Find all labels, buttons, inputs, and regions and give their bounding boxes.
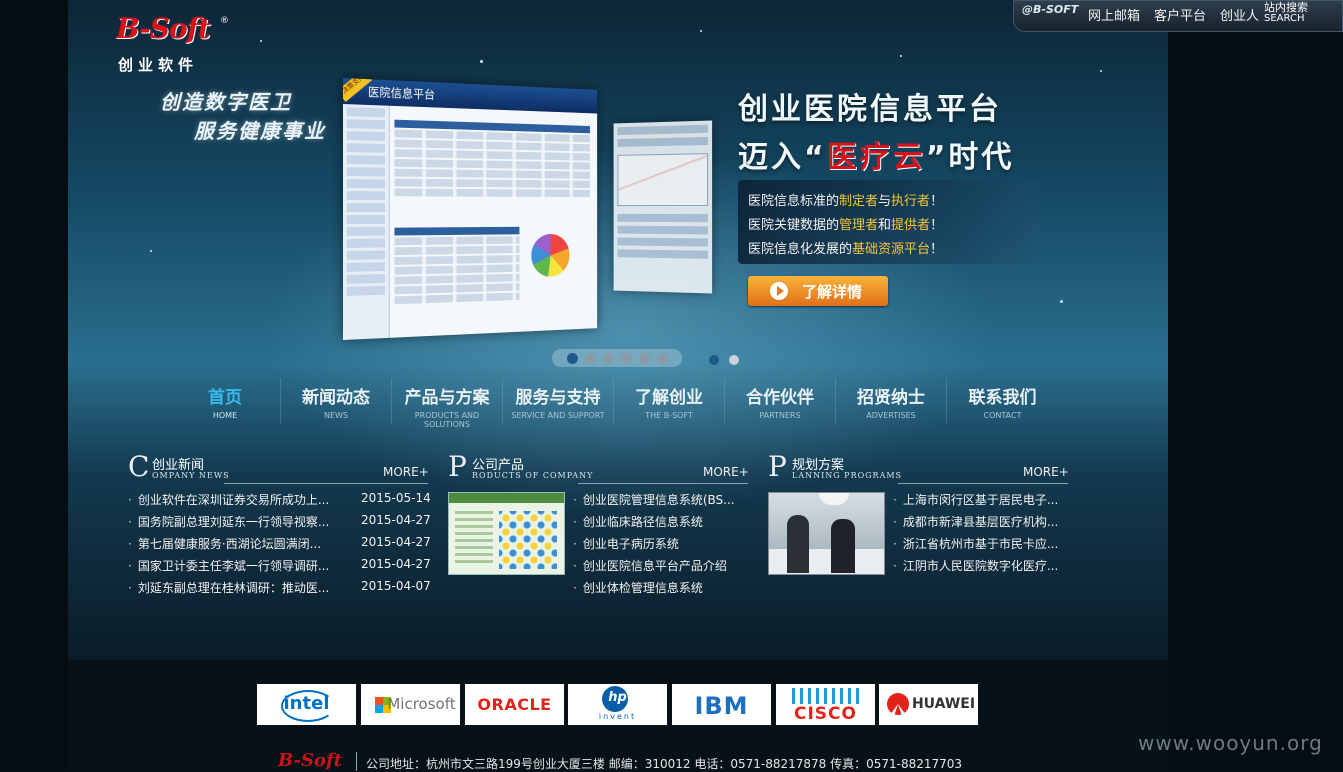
left-margin — [0, 0, 68, 771]
news-item[interactable]: · 刘延东副总理在桂林调研：推动医... — [128, 579, 329, 596]
slogan-line-2: 服务健康事业 — [194, 119, 326, 143]
right-margin — [1168, 0, 1343, 771]
partner-cisco-logo[interactable]: CISCO — [776, 684, 875, 725]
news-date: 2015-04-07 — [361, 579, 431, 593]
plans-section-header: P 规划方案 LANNING PROGRAMS MORE+ — [768, 450, 1069, 484]
plan-item[interactable]: · 成都市新津县基层医疗机构... — [893, 513, 1058, 530]
learn-more-label: 了解详情 — [802, 283, 863, 301]
banner-page-dot[interactable] — [729, 355, 739, 365]
topbar-brand: @B-SOFT — [1022, 3, 1079, 16]
nav-home[interactable]: 首页 HOME — [170, 378, 281, 424]
top-utility-bar: @B-SOFT 网上邮箱 客户平台 创业人 站内搜索 SEARCH — [1013, 0, 1343, 32]
partner-ibm-logo[interactable]: IBM — [672, 684, 771, 725]
star — [1100, 70, 1102, 72]
news-item[interactable]: · 创业软件在深圳证券交易所成功上... — [128, 491, 329, 508]
slider-dot[interactable] — [603, 353, 614, 364]
site-search-label-en[interactable]: SEARCH — [1264, 13, 1304, 24]
news-item[interactable]: · 国家卫计委主任李斌一行领导调研... — [128, 557, 329, 574]
plan-item[interactable]: · 江阴市人民医院数字化医疗... — [893, 557, 1058, 574]
screenshot-table — [394, 119, 590, 208]
product-thumbnail[interactable] — [448, 492, 565, 575]
slider-dot[interactable] — [567, 353, 578, 364]
product-item[interactable]: · 创业电子病历系统 — [573, 535, 679, 552]
product-item[interactable]: · 创业医院信息平台产品介绍 — [573, 557, 727, 574]
banner-bullet: 医院信息标准的制定者与执行者！ — [748, 194, 944, 209]
logo-wordmark: B-Soft — [116, 12, 211, 45]
banner-page-dot[interactable] — [709, 355, 719, 365]
link-customer-platform[interactable]: 客户平台 — [1154, 5, 1206, 24]
nav-partners[interactable]: 合作伙伴 PARTNERS — [725, 378, 836, 424]
plan-item[interactable]: · 浙江省杭州市基于市民卡应... — [893, 535, 1058, 552]
star — [700, 30, 702, 32]
partner-huawei-logo[interactable]: HUAWEI — [879, 684, 978, 725]
banner-bullet: 医院信息化发展的基础资源平台！ — [748, 242, 944, 257]
news-date: 2015-05-14 — [361, 491, 431, 505]
divider — [898, 483, 1068, 484]
star — [480, 60, 483, 63]
headline-suffix: ”时代 — [925, 140, 1015, 175]
divider — [224, 483, 428, 484]
banner-bullet: 医院关键数据的管理者和提供者！ — [748, 218, 944, 233]
news-item[interactable]: · 第七届健康服务·西湖论坛圆满闭... — [128, 535, 321, 552]
slogan-line-1: 创造数字医卫 — [160, 90, 292, 114]
news-item[interactable]: · 国务院副总理刘延东一行领导视察... — [128, 513, 329, 530]
banner-screenshot-back — [613, 120, 713, 294]
headline-highlight: 医疗云 — [826, 140, 926, 175]
partner-hp-logo[interactable]: hp invent — [568, 684, 667, 725]
screenshot-sidebar — [343, 104, 390, 340]
star — [1060, 300, 1063, 303]
news-date: 2015-04-27 — [361, 535, 431, 549]
nav-news[interactable]: 新闻动态 NEWS — [281, 378, 392, 424]
product-item[interactable]: · 创业体检管理信息系统 — [573, 579, 703, 596]
partner-microsoft-logo[interactable]: Microsoft — [361, 684, 460, 725]
star — [150, 250, 152, 252]
plan-item[interactable]: · 上海市闵行区基于居民电子... — [893, 491, 1058, 508]
star — [900, 55, 902, 57]
nav-contact[interactable]: 联系我们 CONTACT — [947, 378, 1058, 424]
link-chuangye-people[interactable]: 创业人 — [1220, 5, 1259, 24]
partner-oracle-logo[interactable]: ORACLE — [465, 684, 564, 725]
partner-intel-logo[interactable]: intel — [257, 684, 356, 725]
nav-products[interactable]: 产品与方案 PRODUCTS AND SOLUTIONS — [392, 378, 503, 429]
slider-dot[interactable] — [657, 353, 668, 364]
news-section-header: C 创业新闻 OMPANY NEWS MORE+ — [128, 450, 429, 484]
nav-about[interactable]: 了解创业 THE B-SOFT — [614, 378, 725, 424]
headline-prefix: 迈入“ — [738, 140, 827, 175]
slider-dot[interactable] — [585, 353, 596, 364]
product-item[interactable]: · 创业医院管理信息系统(BS... — [573, 491, 735, 508]
banner-screenshot-main: 医院信息平台 决策支持 — [343, 78, 598, 340]
company-logo[interactable]: B-Soft ® 创业软件 — [112, 10, 232, 75]
registered-mark: ® — [220, 16, 229, 26]
divider — [578, 483, 748, 484]
footer-logo[interactable]: B-Soft — [278, 750, 342, 771]
news-date: 2015-04-27 — [361, 513, 431, 527]
slider-dot[interactable] — [621, 353, 632, 364]
main-navigation: 首页 HOME 新闻动态 NEWS 产品与方案 PRODUCTS AND SOLUTI… — [170, 378, 1058, 429]
nav-careers[interactable]: 招贤纳士 ADVERTISES — [836, 378, 947, 424]
watermark: www.wooyun.org — [1138, 731, 1323, 755]
slider-dot[interactable] — [639, 353, 650, 364]
play-icon — [770, 282, 788, 300]
products-more-link[interactable]: MORE+ — [703, 465, 749, 479]
banner-bullet-box: 医院信息标准的制定者与执行者！ 医院关键数据的管理者和提供者！ 医院信息化发展的… — [738, 180, 1038, 264]
banner-headline-1: 创业医院信息平台 — [738, 92, 1002, 127]
pie-chart-thumbnail — [531, 233, 570, 278]
footer-address: 公司地址：杭州市文三路199号创业大厦三楼 邮编：310012 电话：0571-… — [366, 757, 963, 771]
logo-chinese-name: 创业软件 — [118, 56, 199, 74]
products-section-header: P 公司产品 RODUCTS OF COMPANY MORE+ — [448, 450, 749, 484]
huawei-flower-icon — [887, 693, 909, 715]
footer-divider — [356, 752, 357, 771]
news-more-link[interactable]: MORE+ — [383, 465, 429, 479]
star — [260, 40, 262, 42]
link-webmail[interactable]: 网上邮箱 — [1088, 5, 1140, 24]
banner-headline-2: 迈入“医疗云”时代 — [738, 132, 1014, 176]
plan-thumbnail[interactable] — [768, 492, 885, 575]
line-chart-thumbnail — [617, 153, 709, 207]
screenshot-table-2 — [394, 226, 520, 326]
nav-service[interactable]: 服务与支持 SERVICE AND SUPPORT — [503, 378, 614, 424]
product-item[interactable]: · 创业临床路径信息系统 — [573, 513, 703, 530]
learn-more-button[interactable]: 了解详情 — [748, 276, 888, 306]
news-date: 2015-04-27 — [361, 557, 431, 571]
plans-more-link[interactable]: MORE+ — [1023, 465, 1069, 479]
